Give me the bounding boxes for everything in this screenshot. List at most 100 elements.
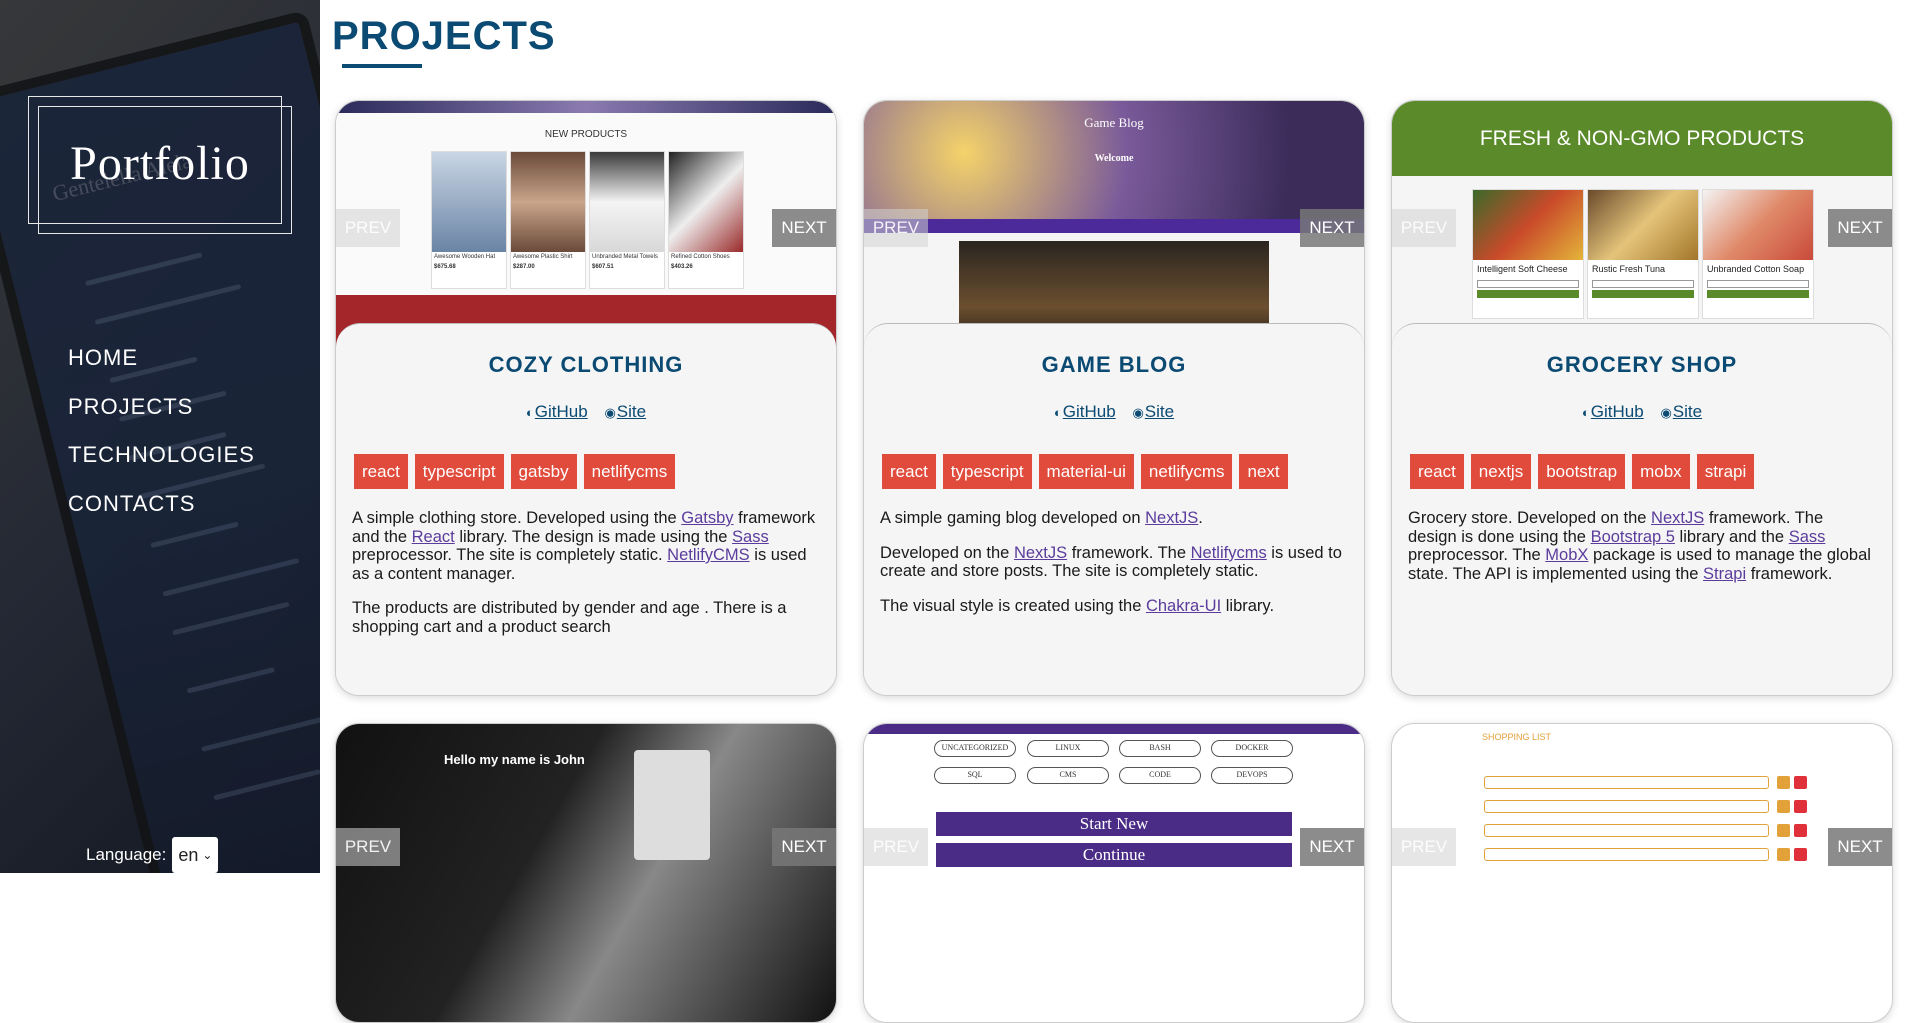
description-text: The visual style is created using the [880,596,1146,615]
tech-tag: strapi [1696,454,1755,489]
tech-link[interactable]: Chakra-UI [1146,597,1221,615]
project-card-portfolio: Hello my name is John PREV NEXT [335,723,837,1023]
tech-link[interactable]: Bootstrap 5 [1591,528,1675,546]
screenshot-product: Rustic Fresh Tuna [1587,189,1699,319]
logo-text: Portfolio [70,137,250,190]
chevron-down-icon: ⌄ [202,848,213,862]
tech-tag: typescript [414,454,504,489]
screenshot-portrait [634,750,710,860]
tag-list: react typescript gatsby netlifycms [336,454,836,489]
tech-link[interactable]: NextJS [1145,509,1198,527]
quiz-category-button: SQL [934,767,1016,784]
carousel-prev-button[interactable]: PREV [864,209,928,247]
nav-projects[interactable]: PROJECTS [68,391,255,440]
carousel-next-button[interactable]: NEXT [772,828,836,866]
site-link[interactable]: ◉Site [1660,402,1702,421]
carousel-next-button[interactable]: NEXT [1300,209,1364,247]
main-content: PROJECTS NEW PRODUCTS Awesome Wooden Hat… [320,0,1905,1023]
project-description: A simple clothing store. Developed using… [336,509,836,636]
description-text: The products are distributed by gender a… [352,599,787,636]
description-text: preprocessor. The [1408,546,1546,564]
description-text: library. [1221,596,1275,615]
project-info: GROCERY SHOP ◐GitHub ◉Site react nextjs bo… [1392,323,1892,695]
tech-link[interactable]: MobX [1545,546,1588,564]
carousel-prev-button[interactable]: PREV [336,209,400,247]
project-links: ◐GitHub ◉Site [864,402,1364,422]
description-paragraph: A simple gaming blog developed on NextJS… [880,509,1348,528]
tech-tag: react [354,454,408,489]
tech-link[interactable]: Sass [1789,528,1826,546]
nav-contacts[interactable]: CONTACTS [68,488,255,537]
github-link[interactable]: ◐GitHub [1054,402,1116,421]
screenshot-brand: Game Blog [1084,115,1144,130]
tech-tag: material-ui [1038,454,1134,489]
description-paragraph: Developed on the NextJS framework. The N… [880,544,1348,581]
tech-link[interactable]: Sass [732,528,769,546]
tech-link[interactable]: NetlifyCMS [667,546,750,564]
tech-tag: typescript [942,454,1032,489]
description-text: Developed on the [880,543,1014,562]
project-card-grocery-shop: FRESH & NON-GMO PRODUCTS Intelligent Sof… [1391,100,1893,696]
carousel-prev-button[interactable]: PREV [864,828,928,866]
description-text: preprocessor. The site is completely sta… [352,546,668,564]
project-card-shopping-list: SHOPPING LIST PREV NEXT [1391,723,1893,1023]
tech-link[interactable]: Gatsby [681,509,733,527]
carousel-next-button[interactable]: NEXT [772,209,836,247]
quiz-category-button: DOCKER [1211,740,1293,757]
quiz-category-button: DEVOPS [1211,767,1293,784]
quiz-category-button: LINUX [1027,740,1109,757]
tag-list: react nextjs bootstrap mobx strapi [1392,454,1892,489]
tech-link[interactable]: NextJS [1014,544,1067,562]
globe-icon: ◉ [1660,405,1672,420]
quiz-start-button: Start New [936,812,1292,836]
screenshot-heading: NEW PRODUCTS [544,129,628,140]
quiz-category-button: UNCATEGORIZED [934,740,1016,757]
language-switcher: Language: en ⌄ [86,837,219,873]
screenshot-product: Intelligent Soft Cheese [1472,189,1584,319]
project-screenshot: SHOPPING LIST [1392,724,1892,1022]
carousel-next-button[interactable]: NEXT [1828,209,1892,247]
description-text: A simple clothing store. Developed using… [352,509,682,527]
language-value: en [178,844,199,865]
nav-home[interactable]: HOME [68,342,255,391]
language-select[interactable]: en ⌄ [172,837,219,873]
carousel-prev-button[interactable]: PREV [1392,209,1456,247]
tech-tag: react [882,454,936,489]
tech-link[interactable]: NextJS [1651,509,1704,527]
project-card-cozy-clothing: NEW PRODUCTS Awesome Wooden Hat $675.68 … [335,100,837,696]
logo[interactable]: Portfolio [28,96,292,234]
tech-link[interactable]: Strapi [1703,565,1746,583]
description-paragraph: The products are distributed by gender a… [352,599,820,636]
tech-tag: bootstrap [1538,454,1626,489]
github-link[interactable]: ◐GitHub [526,402,588,421]
carousel-prev-button[interactable]: PREV [336,828,400,866]
carousel-next-button[interactable]: NEXT [1828,828,1892,866]
tech-tag: next [1239,454,1288,489]
description-text: Grocery store. Developed on the [1408,509,1652,527]
tech-tag: gatsby [510,454,577,489]
github-link[interactable]: ◐GitHub [1582,402,1644,421]
description-text: library and the [1674,527,1789,546]
screenshot-product: Awesome Wooden Hat $675.68 [431,151,507,289]
tech-tag: mobx [1632,454,1690,489]
tech-tag: react [1410,454,1464,489]
screenshot-product: Unbranded Metal Towels $607.51 [589,151,665,289]
tech-tag: netlifycms [1140,454,1233,489]
screenshot-product: Awesome Plastic Shirt $287.00 [510,151,586,289]
carousel-next-button[interactable]: NEXT [1300,828,1364,866]
project-title: GAME BLOG [1041,352,1187,377]
site-link[interactable]: ◉Site [604,402,646,421]
description-text: library. The design is made using the [454,527,733,546]
tech-link[interactable]: React [412,528,455,546]
sidebar: Gentelella Alela Portfolio HOME PROJECTS… [0,0,320,873]
nav-technologies[interactable]: TECHNOLOGIES [68,439,255,488]
github-icon: ◐ [1581,405,1590,420]
project-screenshot: NEW PRODUCTS Awesome Wooden Hat $675.68 … [336,101,836,346]
project-description: A simple gaming blog developed on NextJS… [864,509,1364,615]
carousel-prev-button[interactable]: PREV [1392,828,1456,866]
screenshot-welcome: Welcome [1094,153,1134,164]
site-link[interactable]: ◉Site [1132,402,1174,421]
github-icon: ◐ [1053,405,1062,420]
quiz-category-button: BASH [1119,740,1201,757]
tech-link[interactable]: Netlifycms [1191,544,1267,562]
